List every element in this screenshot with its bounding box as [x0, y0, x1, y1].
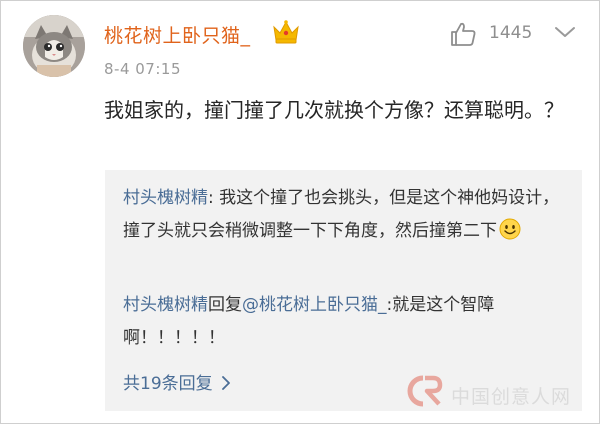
reply-author-link[interactable]: 村头槐树精	[123, 295, 208, 315]
reply-item: 村头槐树精: 我这个撞了也会挑头，但是这个神他妈设计，撞了头就只会稍微调整一下下…	[123, 182, 568, 248]
comment-timestamp: 8-4 07:15	[104, 60, 181, 78]
reply-word: 回复	[208, 295, 242, 315]
crown-icon	[273, 20, 299, 44]
comment-text: 我姐家的，撞门撞了几次就换个方像？还算聪明。？	[104, 98, 564, 122]
chevron-right-icon	[221, 376, 230, 390]
view-all-replies-link[interactable]: 共19条回复	[123, 369, 231, 394]
smiley-emoji-icon	[499, 218, 521, 240]
thumbs-up-icon[interactable]	[449, 21, 477, 47]
mention-link[interactable]: @桃花树上卧只猫_	[242, 295, 387, 315]
comment-card: 桃花树上卧只猫_ 8-4 07:15 1445 我姐家的，撞门撞了几次就换个方像…	[0, 0, 600, 424]
reply-separator: :	[208, 188, 220, 208]
avatar[interactable]	[23, 15, 85, 77]
like-count: 1445	[489, 23, 533, 43]
reply-item: 村头槐树精回复@桃花树上卧只猫_:就是这个智障啊！！！！！	[123, 289, 568, 355]
username-link[interactable]: 桃花树上卧只猫_	[104, 21, 251, 48]
more-replies-label: 共19条回复	[123, 374, 213, 394]
cr-logo-icon	[407, 375, 443, 407]
watermark: 中国创意人网	[403, 374, 593, 414]
chevron-down-icon[interactable]	[554, 25, 576, 39]
kitten-avatar-image	[23, 15, 85, 77]
reply-author-link[interactable]: 村头槐树精	[123, 188, 208, 208]
watermark-text: 中国创意人网	[451, 386, 572, 408]
